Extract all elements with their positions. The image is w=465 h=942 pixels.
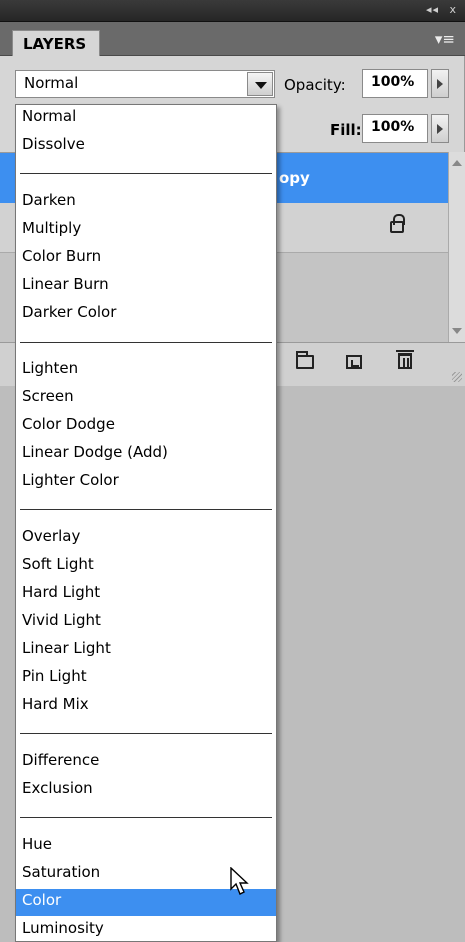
fill-label: Fill: (330, 121, 362, 139)
panel-tab-strip: LAYERS ▾≡ (0, 22, 465, 57)
title-bar-controls: ◂◂ x (420, 3, 457, 16)
lock-icon (390, 214, 405, 233)
blend-option-dissolve[interactable]: Dissolve (20, 133, 272, 160)
blend-option-soft-light[interactable]: Soft Light (20, 553, 272, 580)
menu-separator (20, 817, 272, 818)
fill-input[interactable]: 100% (362, 114, 428, 143)
blend-option-exclusion[interactable]: Exclusion (20, 777, 272, 804)
menu-separator (20, 173, 272, 174)
close-icon[interactable]: x (449, 3, 457, 16)
blend-option-normal[interactable]: Normal (20, 105, 272, 132)
fill-slider-button[interactable] (431, 114, 449, 143)
panel-menu-icon[interactable]: ▾≡ (435, 30, 455, 48)
blend-option-vivid-light[interactable]: Vivid Light (20, 609, 272, 636)
blend-option-darken[interactable]: Darken (20, 189, 272, 216)
panel-title-bar: ◂◂ x (0, 0, 465, 22)
layers-scrollbar[interactable] (448, 152, 465, 342)
blend-option-multiply[interactable]: Multiply (20, 217, 272, 244)
blend-mode-dropdown: Normal Dissolve Darken Multiply Color Bu… (15, 104, 277, 942)
blend-option-hard-light[interactable]: Hard Light (20, 581, 272, 608)
blend-option-screen[interactable]: Screen (20, 385, 272, 412)
folder-icon[interactable] (296, 351, 314, 369)
blend-option-linear-burn[interactable]: Linear Burn (20, 273, 272, 300)
blend-mode-value: Normal (24, 74, 79, 92)
blend-option-pin-light[interactable]: Pin Light (20, 665, 272, 692)
menu-separator (20, 733, 272, 734)
scroll-down-icon[interactable] (452, 328, 462, 334)
blend-option-linear-light[interactable]: Linear Light (20, 637, 272, 664)
blend-option-lighten[interactable]: Lighten (20, 357, 272, 384)
tab-layers[interactable]: LAYERS (12, 30, 100, 57)
blend-option-lighter-color[interactable]: Lighter Color (20, 469, 272, 496)
opacity-label: Opacity: (284, 76, 346, 94)
layer-name: opy (279, 169, 310, 187)
chevron-down-icon[interactable] (247, 72, 273, 96)
blend-option-hard-mix[interactable]: Hard Mix (20, 693, 272, 720)
menu-separator (20, 509, 272, 510)
blend-option-color-dodge[interactable]: Color Dodge (20, 413, 272, 440)
new-layer-icon[interactable] (346, 355, 362, 369)
blend-option-linear-dodge[interactable]: Linear Dodge (Add) (20, 441, 272, 468)
mouse-cursor-icon (230, 867, 249, 895)
blend-option-color-burn[interactable]: Color Burn (20, 245, 272, 272)
resize-grip-icon[interactable] (452, 372, 462, 382)
opacity-input[interactable]: 100% (362, 69, 428, 98)
blend-option-luminosity[interactable]: Luminosity (20, 917, 272, 942)
collapse-icon[interactable]: ◂◂ (426, 3, 439, 16)
blend-option-difference[interactable]: Difference (20, 749, 272, 776)
scroll-up-icon[interactable] (452, 160, 462, 166)
menu-separator (20, 342, 272, 343)
opacity-slider-button[interactable] (431, 69, 449, 98)
blend-option-hue[interactable]: Hue (20, 833, 272, 860)
blend-option-darker-color[interactable]: Darker Color (20, 301, 272, 328)
blend-option-overlay[interactable]: Overlay (20, 525, 272, 552)
blend-mode-select[interactable]: Normal (15, 70, 275, 98)
trash-icon[interactable] (396, 350, 414, 369)
